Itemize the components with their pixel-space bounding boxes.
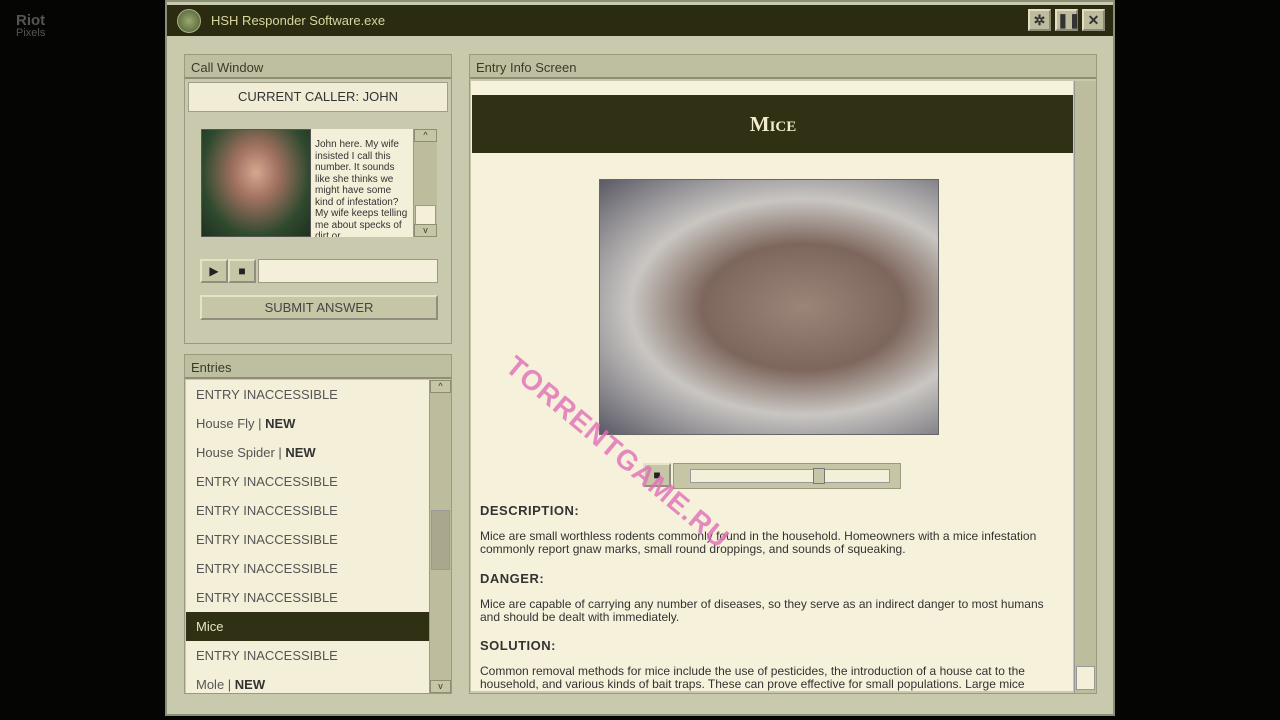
current-caller: CURRENT CALLER: JOHN	[188, 82, 448, 112]
entry-item[interactable]: ENTRY INACCESSIBLE	[186, 641, 429, 670]
scroll-thumb[interactable]	[431, 510, 450, 570]
solution-label: SOLUTION:	[480, 638, 556, 653]
audio-progress-bar[interactable]	[258, 259, 438, 283]
entries-list: ENTRY INACCESSIBLE House Fly | NEW House S…	[186, 380, 429, 693]
entries-panel: Entries ENTRY INACCESSIBLE House Fly | NE…	[184, 354, 452, 694]
entry-label: ENTRY INACCESSIBLE	[196, 648, 338, 663]
entry-label: House Spider |	[196, 445, 286, 460]
entry-item[interactable]: House Spider | NEW	[186, 438, 429, 467]
panel-title: Entries	[185, 355, 451, 379]
danger-text: Mice are capable of carrying any number …	[480, 597, 1044, 624]
entry-name: Mice	[472, 95, 1073, 153]
watermark-logo: Riot Pixels	[16, 13, 46, 40]
scroll-down-icon[interactable]: v	[414, 224, 437, 237]
entry-label: ENTRY INACCESSIBLE	[196, 387, 338, 402]
app-window: HSH Responder Software.exe ✲ ❚❚ ✕ Call W…	[165, 0, 1115, 716]
audio-slider-knob[interactable]	[813, 468, 826, 484]
title-bar: HSH Responder Software.exe ✲ ❚❚ ✕	[167, 5, 1113, 36]
entry-label: ENTRY INACCESSIBLE	[196, 474, 338, 489]
entry-item[interactable]: ENTRY INACCESSIBLE	[186, 467, 429, 496]
settings-button[interactable]: ✲	[1028, 9, 1051, 31]
entry-label: ENTRY INACCESSIBLE	[196, 561, 338, 576]
entry-item[interactable]: ENTRY INACCESSIBLE	[186, 583, 429, 612]
description-label: DESCRIPTION:	[480, 503, 580, 518]
solution-text: Common removal methods for mice include …	[480, 664, 1025, 691]
entry-info-panel: Entry Info Screen Mice ■ DESCRIPTION: Mi…	[469, 54, 1097, 694]
audio-track[interactable]	[673, 463, 901, 489]
new-badge: NEW	[265, 416, 296, 431]
message-scrollbar[interactable]: ^ v	[413, 129, 437, 237]
entry-image	[599, 179, 939, 435]
play-button[interactable]: ▶	[200, 259, 228, 283]
entry-item[interactable]: ENTRY INACCESSIBLE	[186, 380, 429, 409]
caller-photo	[201, 129, 311, 237]
entry-scrollbar[interactable]	[1074, 81, 1096, 693]
entry-label: Mice	[196, 619, 224, 634]
new-badge: NEW	[234, 677, 266, 692]
entry-label: ENTRY INACCESSIBLE	[196, 590, 338, 605]
scroll-down-icon[interactable]: v	[430, 680, 451, 693]
panel-title: Entry Info Screen	[470, 55, 1096, 79]
call-window-panel: Call Window CURRENT CALLER: JOHN John he…	[184, 54, 452, 344]
entry-item[interactable]: ENTRY INACCESSIBLE	[186, 554, 429, 583]
panel-title: Call Window	[185, 55, 451, 79]
entry-label: House Fly |	[196, 416, 266, 431]
entries-scrollbar[interactable]: ^ v	[429, 380, 451, 693]
entry-label: Mole |	[196, 677, 235, 692]
scroll-up-icon[interactable]: ^	[414, 129, 437, 142]
pause-button[interactable]: ❚❚	[1055, 9, 1080, 31]
scroll-thumb[interactable]	[1076, 666, 1095, 690]
caller-message: John here. My wife insisted I call this …	[311, 129, 413, 237]
close-button[interactable]: ✕	[1082, 9, 1105, 31]
stop-button[interactable]: ■	[228, 259, 256, 283]
new-badge: NEW	[285, 445, 316, 460]
window-title: HSH Responder Software.exe	[211, 13, 386, 28]
watermark-sub: Pixels	[16, 27, 46, 39]
submit-answer-button[interactable]: SUBMIT ANSWER	[200, 295, 438, 320]
entry-label: ENTRY INACCESSIBLE	[196, 503, 338, 518]
entry-item[interactable]: Mice	[186, 612, 429, 641]
entry-item[interactable]: House Fly | NEW	[186, 409, 429, 438]
entry-item[interactable]: ENTRY INACCESSIBLE	[186, 496, 429, 525]
danger-label: DANGER:	[480, 571, 545, 586]
scroll-thumb[interactable]	[415, 205, 436, 225]
entry-label: ENTRY INACCESSIBLE	[196, 532, 338, 547]
description-text: Mice are small worthless rodents commonl…	[480, 529, 1037, 556]
entry-item[interactable]: ENTRY INACCESSIBLE	[186, 525, 429, 554]
app-logo-icon	[177, 8, 201, 33]
entry-item[interactable]: Mole | NEW	[186, 670, 429, 693]
scroll-up-icon[interactable]: ^	[430, 380, 451, 393]
